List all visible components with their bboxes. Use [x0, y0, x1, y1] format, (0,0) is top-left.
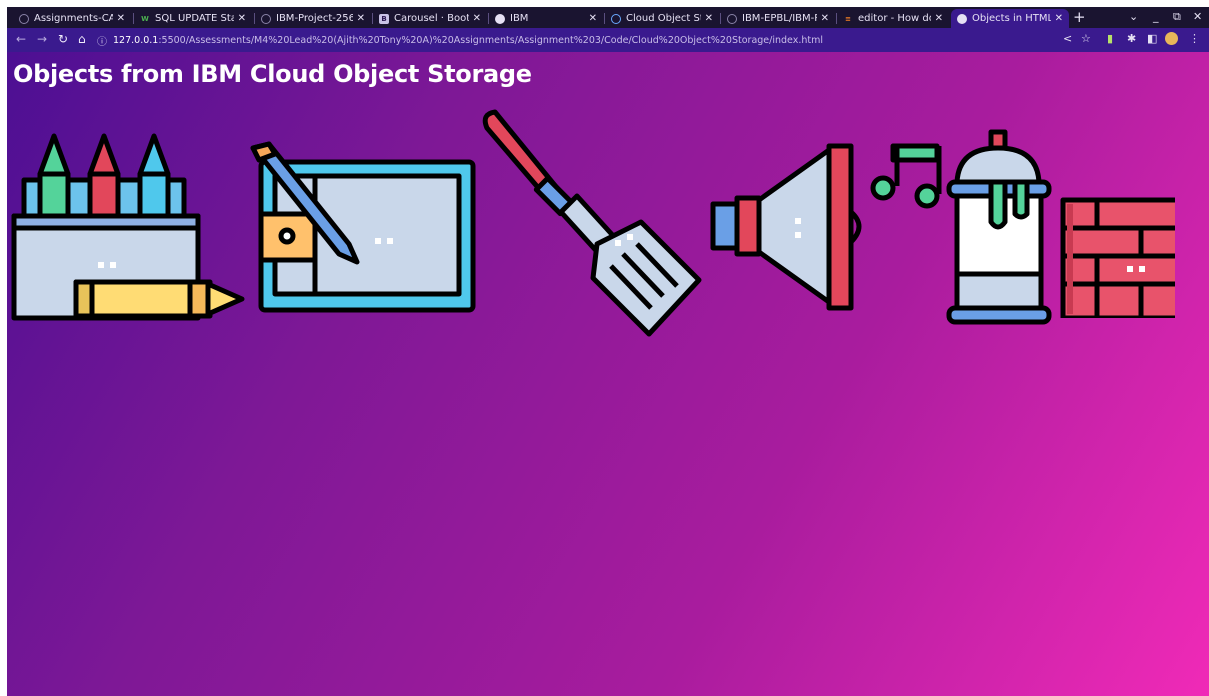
close-tab-icon[interactable]: ✕	[117, 13, 125, 24]
tab-title: SQL UPDATE Stat	[155, 13, 234, 24]
tab-sql-update[interactable]: W SQL UPDATE Stat ✕	[134, 9, 252, 28]
menu-kebab-icon[interactable]: ⋮	[1189, 32, 1200, 45]
site-info-icon[interactable]: ⓘ	[97, 33, 107, 48]
url-host: 127.0.0.1	[113, 34, 159, 46]
close-tab-icon[interactable]: ✕	[357, 13, 365, 24]
close-tab-icon[interactable]: ✕	[821, 13, 829, 24]
globe-icon	[957, 13, 967, 24]
close-tab-icon[interactable]: ✕	[473, 13, 481, 24]
close-window-button[interactable]: ✕	[1193, 10, 1202, 23]
restore-button[interactable]: ⧉	[1173, 10, 1181, 24]
drawing-tablet-icon	[250, 141, 476, 313]
w3schools-icon: W	[141, 14, 149, 23]
brick-wall-icon	[1060, 197, 1175, 318]
tab-assignments[interactable]: Assignments-CA ✕	[13, 9, 131, 28]
side-panel-icon[interactable]: ◧	[1147, 32, 1157, 45]
extensions-puzzle-icon[interactable]: ✱	[1127, 32, 1136, 45]
github-icon	[727, 13, 737, 24]
reload-icon[interactable]: ↻	[58, 32, 68, 46]
extension-icon[interactable]: ▮	[1107, 32, 1113, 45]
close-tab-icon[interactable]: ✕	[589, 13, 597, 24]
tab-editor-how-do-i[interactable]: ≡ editor - How do I ✕	[837, 9, 949, 28]
tab-title: IBM	[510, 13, 529, 24]
tab-title: IBM-Project-256	[276, 13, 353, 24]
tab-ibm[interactable]: IBM ✕	[489, 9, 603, 28]
share-icon[interactable]: <	[1063, 32, 1072, 45]
tab-title: Objects in HTML	[972, 13, 1051, 24]
spatula-icon	[482, 109, 702, 337]
tab-objects-in-html[interactable]: Objects in HTML ✕	[951, 9, 1069, 28]
crayons-icon	[11, 133, 245, 321]
tab-title: IBM-EPBL/IBM-P	[742, 13, 817, 24]
page-viewport: Objects from IBM Cloud Object Storage	[7, 52, 1209, 696]
tab-strip: Assignments-CA ✕ W SQL UPDATE Stat ✕ IBM…	[7, 7, 1209, 28]
tab-title: Carousel · Bootst	[394, 13, 469, 24]
spray-paint-icon	[946, 129, 1052, 325]
home-icon[interactable]: ⌂	[78, 32, 86, 46]
bookmark-star-icon[interactable]: ☆	[1081, 32, 1091, 45]
back-arrow-icon[interactable]: ←	[16, 32, 26, 46]
address-bar[interactable]: ⓘ 127.0.0.1:5500/Assessments/M4%20Lead%2…	[97, 30, 1072, 50]
globe-icon	[495, 13, 505, 24]
stackoverflow-icon: ≡	[845, 14, 851, 23]
close-tab-icon[interactable]: ✕	[705, 13, 713, 24]
profile-avatar[interactable]	[1165, 32, 1178, 45]
bootstrap-icon: B	[379, 13, 389, 24]
ibm-cloud-icon	[611, 13, 621, 24]
tab-title: editor - How do I	[858, 13, 931, 24]
minimize-button[interactable]: _	[1153, 10, 1159, 23]
tab-cloud-object-storage[interactable]: Cloud Object Sto ✕	[605, 9, 719, 28]
close-tab-icon[interactable]: ✕	[1055, 13, 1063, 24]
tab-carousel[interactable]: B Carousel · Bootst ✕	[373, 9, 487, 28]
close-tab-icon[interactable]: ✕	[935, 13, 943, 24]
speaker-icon	[710, 143, 942, 311]
page-title: Objects from IBM Cloud Object Storage	[13, 60, 532, 88]
github-icon	[19, 13, 29, 24]
browser-window: Assignments-CA ✕ W SQL UPDATE Stat ✕ IBM…	[7, 7, 1209, 696]
url-path: :5500/Assessments/M4%20Lead%20(Ajith%20T…	[158, 34, 823, 46]
tab-title: Cloud Object Sto	[626, 13, 701, 24]
tab-ibm-project[interactable]: IBM-Project-256 ✕	[255, 9, 371, 28]
forward-arrow-icon[interactable]: →	[37, 32, 47, 46]
browser-toolbar: ← → ↻ ⌂ ⓘ 127.0.0.1:5500/Assessments/M4%…	[7, 28, 1209, 52]
tab-title: Assignments-CA	[34, 13, 113, 24]
tab-ibm-epbl[interactable]: IBM-EPBL/IBM-P ✕	[721, 9, 835, 28]
tab-search-chevron-icon[interactable]: ⌄	[1129, 10, 1138, 23]
new-tab-button[interactable]: +	[1073, 9, 1086, 26]
close-tab-icon[interactable]: ✕	[238, 13, 246, 24]
github-icon	[261, 13, 271, 24]
